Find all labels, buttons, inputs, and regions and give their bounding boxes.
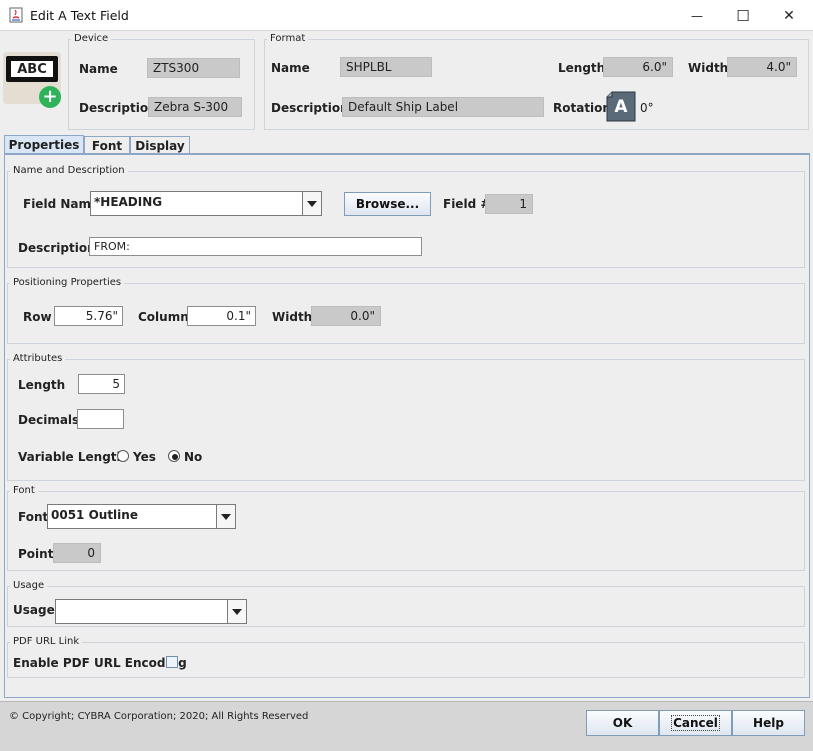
format-name-value: SHPLBL: [340, 57, 432, 77]
positioning-group: [7, 283, 805, 344]
title-bar[interactable]: Edit A Text Field — ☐ ✕: [0, 0, 813, 31]
abc-label: ABC: [9, 59, 55, 79]
format-length-label: Length: [558, 61, 606, 75]
java-app-icon: [9, 7, 23, 23]
rotation-icon-letter: A: [614, 97, 628, 117]
usage-label: Usage: [13, 603, 55, 617]
cancel-button[interactable]: Cancel: [659, 710, 732, 736]
format-length-value: 6.0": [603, 57, 673, 77]
format-rotation-value: 0°: [640, 101, 654, 115]
rotation-icon: A: [606, 91, 636, 122]
column-label: Column: [138, 310, 189, 324]
usage-combo[interactable]: [55, 599, 247, 624]
format-width-value: 4.0": [727, 57, 797, 77]
attributes-group: [7, 359, 805, 481]
ok-button[interactable]: OK: [586, 710, 659, 736]
window-title: Edit A Text Field: [30, 8, 129, 23]
position-width-value: 0.0": [311, 306, 381, 326]
font-value: 0051 Outline: [51, 508, 138, 522]
device-description-value: Zebra S-300: [148, 97, 242, 117]
maximize-icon: ☐: [736, 6, 750, 25]
copyright-text: © Copyright; CYBRA Corporation; 2020; Al…: [9, 711, 309, 722]
cancel-button-label: Cancel: [671, 715, 720, 731]
chevron-down-icon: [221, 513, 231, 520]
add-badge-icon: +: [39, 86, 61, 108]
minimize-icon: —: [691, 8, 703, 23]
field-name-label: Field Name: [23, 197, 100, 211]
format-rotation-label: Rotation: [553, 101, 611, 115]
variable-length-no-label: No: [184, 450, 203, 464]
font-combo[interactable]: 0051 Outline: [47, 504, 236, 529]
font-group: [7, 491, 805, 571]
pdf-url-group-title: PDF URL Link: [10, 636, 83, 648]
description-label: Description: [18, 241, 96, 255]
position-width-label: Width: [272, 310, 313, 324]
help-button[interactable]: Help: [732, 710, 805, 736]
tab-font[interactable]: Font: [84, 136, 130, 154]
format-group-title: Format: [267, 33, 309, 45]
chevron-down-icon: [307, 200, 317, 207]
field-name-combo[interactable]: *HEADING: [90, 191, 322, 216]
field-name-dropdown[interactable]: [302, 192, 321, 215]
variable-length-no-radio[interactable]: [168, 450, 180, 462]
enable-pdf-url-checkbox[interactable]: [166, 656, 178, 668]
device-group-title: Device: [71, 33, 112, 45]
usage-dropdown[interactable]: [227, 600, 246, 623]
name-description-group-title: Name and Description: [10, 165, 128, 177]
minimize-button[interactable]: —: [674, 0, 720, 31]
device-name-label: Name: [79, 62, 118, 76]
enable-pdf-url-label: Enable PDF URL Encoding: [13, 656, 187, 670]
chevron-down-icon: [232, 608, 242, 615]
format-width-label: Width: [688, 61, 729, 75]
browse-button[interactable]: Browse...: [344, 192, 431, 216]
attributes-group-title: Attributes: [10, 353, 66, 365]
variable-length-yes-radio[interactable]: [117, 450, 129, 462]
font-label: Font: [18, 510, 49, 524]
description-input[interactable]: FROM:: [89, 237, 422, 256]
point-value: 0: [53, 543, 101, 563]
field-number-label: Field #: [443, 197, 491, 211]
usage-group-title: Usage: [10, 580, 48, 592]
tab-display[interactable]: Display: [130, 136, 190, 154]
field-number-value: 1: [485, 194, 533, 214]
point-label: Point: [18, 547, 54, 561]
length-input[interactable]: 5: [78, 374, 125, 394]
font-dropdown[interactable]: [216, 505, 235, 528]
tab-properties[interactable]: Properties: [4, 135, 84, 154]
column-input[interactable]: 0.1": [187, 306, 256, 326]
device-description-label: Description: [79, 101, 157, 115]
format-name-label: Name: [271, 61, 310, 75]
decimals-input[interactable]: [77, 409, 124, 429]
format-description-value: Default Ship Label: [342, 97, 544, 117]
row-label: Row: [23, 310, 52, 324]
variable-length-yes-label: Yes: [133, 450, 156, 464]
close-button[interactable]: ✕: [766, 0, 812, 31]
device-name-value: ZTS300: [147, 58, 240, 78]
maximize-button[interactable]: ☐: [720, 0, 766, 31]
decimals-label: Decimals: [18, 413, 80, 427]
positioning-group-title: Positioning Properties: [10, 277, 125, 289]
close-icon: ✕: [783, 7, 795, 24]
field-name-value: *HEADING: [94, 195, 163, 209]
row-input[interactable]: 5.76": [54, 306, 123, 326]
font-group-title: Font: [10, 485, 38, 497]
format-description-label: Description: [271, 101, 349, 115]
length-label: Length: [18, 378, 66, 392]
text-field-device-icon: ABC +: [3, 52, 61, 108]
variable-length-label: Variable Length: [18, 450, 126, 464]
